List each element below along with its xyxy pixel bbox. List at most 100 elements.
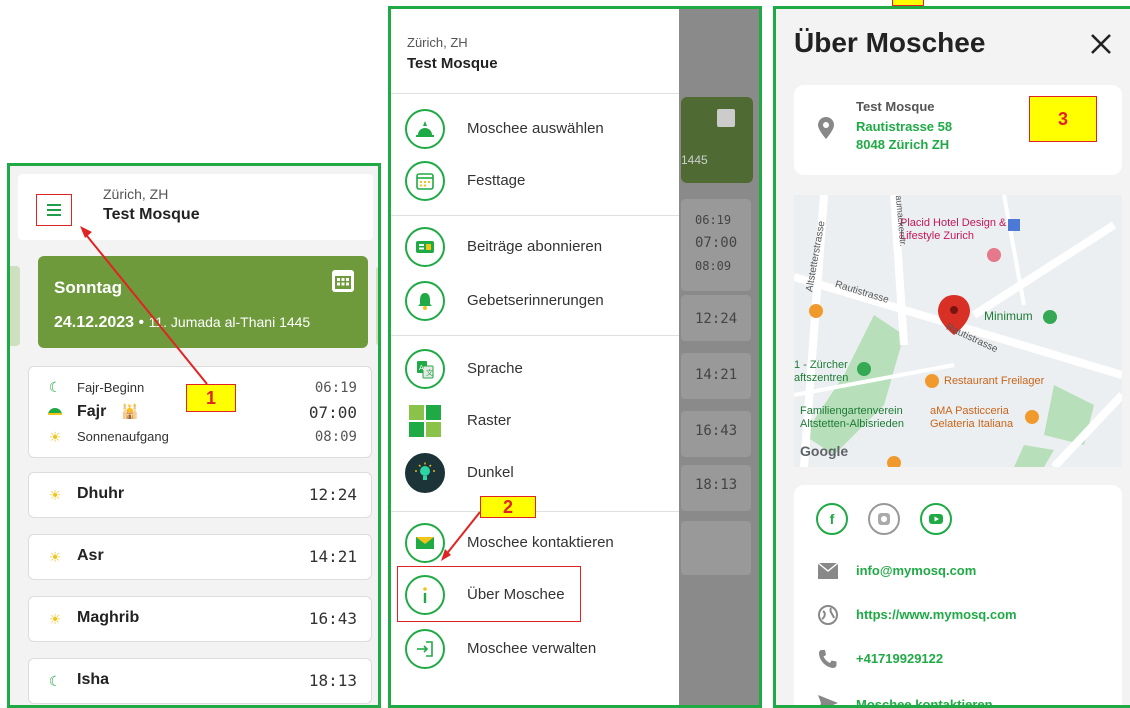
fajr-begin-label: Fajr-Beginn xyxy=(77,380,145,395)
fajr-time: 07:00 xyxy=(308,403,357,422)
login-icon xyxy=(405,629,445,669)
menu-label: Gebetserinnerungen xyxy=(467,292,604,309)
bg-time: 18:13 xyxy=(695,477,738,493)
sun-icon: ☀ xyxy=(48,549,62,565)
prev-day-card[interactable] xyxy=(10,266,20,346)
menu-subscribe[interactable]: Beiträge abonnieren xyxy=(405,227,675,271)
menu-label: Dunkel xyxy=(467,464,514,481)
menu-language[interactable]: A文 Sprache xyxy=(405,349,675,393)
prayer-name: Isha xyxy=(77,671,110,688)
bg-time: 14:21 xyxy=(695,367,738,383)
email-icon xyxy=(817,562,839,584)
divider xyxy=(391,93,679,94)
phone-icon xyxy=(818,649,838,674)
google-logo: Google xyxy=(800,443,849,459)
instagram-icon[interactable] xyxy=(868,503,900,535)
drawer-city: Zürich, ZH xyxy=(407,35,468,50)
bg-calendar-icon xyxy=(717,109,735,127)
mosque-name: Test Mosque xyxy=(103,206,200,223)
map-label-verein: Familiengartenverein Altstetten-Albisrie… xyxy=(800,405,904,430)
sunrise-icon: ☀ xyxy=(48,429,62,445)
callout-1: 1 xyxy=(186,384,236,412)
fajr-begin-time: 06:19 xyxy=(314,380,357,396)
prayer-time: 16:43 xyxy=(308,609,357,628)
map-label-zurcher: 1 - Zürcher aftszentren xyxy=(794,359,849,384)
address-city[interactable]: 8048 Zürich ZH xyxy=(856,137,949,152)
menu-label: Beiträge abonnieren xyxy=(467,238,603,255)
map-label-minimum: Minimum xyxy=(984,309,1033,323)
bg-time: 07:00 xyxy=(695,235,738,251)
bg-day-card: 1445 xyxy=(681,97,753,183)
translate-icon: A文 xyxy=(405,349,445,389)
send-icon xyxy=(818,695,838,705)
address-street[interactable]: Rautistrasse 58 xyxy=(856,119,952,134)
envelope-icon xyxy=(405,523,445,563)
location-city: Zürich, ZH xyxy=(103,186,169,202)
mosque-small-icon: 🕌 xyxy=(121,403,139,419)
menu-manage[interactable]: Moschee verwalten xyxy=(405,629,675,673)
menu-grid[interactable]: Raster xyxy=(405,401,675,445)
newsletter-icon xyxy=(405,227,445,267)
phone-link[interactable]: +41719929122 xyxy=(856,651,943,666)
map-label-freilager: Restaurant Freilager xyxy=(944,375,1045,387)
prayer-time: 18:13 xyxy=(308,671,357,690)
grid-icon xyxy=(405,401,445,441)
website-link[interactable]: https://www.mymosq.com xyxy=(856,607,1017,622)
prayer-times-screen: Zürich, ZH Test Mosque Sonntag 24.12.202… xyxy=(7,163,381,708)
drawer-mosque: Test Mosque xyxy=(407,55,498,72)
svg-text:文: 文 xyxy=(426,368,433,377)
hamburger-menu-icon[interactable] xyxy=(36,194,72,226)
isha-card[interactable]: ☾ Isha 18:13 xyxy=(28,658,372,704)
menu-label: Festtage xyxy=(467,172,526,189)
menu-holidays[interactable]: Festtage xyxy=(405,161,675,205)
email-link[interactable]: info@mymosq.com xyxy=(856,563,976,578)
page-title: Über Moschee xyxy=(794,27,986,58)
asr-card[interactable]: ☀ Asr 14:21 xyxy=(28,534,372,580)
app-header: Zürich, ZH Test Mosque xyxy=(18,174,373,240)
youtube-icon[interactable] xyxy=(920,503,952,535)
date-separator: • xyxy=(138,314,145,331)
callout-3: 3 xyxy=(1029,96,1097,142)
menu-select-mosque[interactable]: Moschee auswählen xyxy=(405,109,675,153)
facebook-icon[interactable]: f xyxy=(816,503,848,535)
highlight-about xyxy=(397,566,581,622)
gregorian-date: 24.12.2023 xyxy=(54,314,135,331)
maghrib-card[interactable]: ☀ Maghrib 16:43 xyxy=(28,596,372,642)
sunset-icon: ☀ xyxy=(48,611,62,627)
fajr-card[interactable]: ☾ Fajr-Beginn 06:19 Fajr 🕌 07:00 ☀ Sonne… xyxy=(28,366,372,458)
menu-dark[interactable]: Dunkel xyxy=(405,453,675,497)
dhuhr-card[interactable]: ☀ Dhuhr 12:24 xyxy=(28,472,372,518)
map-label-pasticceria: aMA Pasticceria Gelateria Italiana xyxy=(930,405,1014,430)
contact-link[interactable]: Moschee kontaktieren xyxy=(856,697,993,705)
calendar-grid-icon[interactable] xyxy=(332,270,354,292)
next-day-card[interactable] xyxy=(376,266,378,346)
day-card[interactable]: Sonntag 24.12.2023 • 11. Jumada al-Thani… xyxy=(38,256,368,348)
prayer-name: Maghrib xyxy=(77,609,140,626)
sunrise-time: 08:09 xyxy=(314,429,357,445)
globe-icon xyxy=(818,605,838,630)
close-icon[interactable] xyxy=(1088,31,1114,57)
bg-card xyxy=(681,521,751,575)
contact-card: f info@mymosq.com https://www.mymosq.com… xyxy=(794,485,1122,705)
bg-time: 16:43 xyxy=(695,423,738,439)
map-view[interactable]: Placid Hotel Design & Lifestyle Zurich M… xyxy=(794,195,1122,467)
menu-label: Sprache xyxy=(467,360,523,377)
address-mosque: Test Mosque xyxy=(856,99,935,114)
menu-reminders[interactable]: Gebetserinnerungen xyxy=(405,281,675,325)
cropped-callout xyxy=(892,0,924,6)
prayer-name: Dhuhr xyxy=(77,485,125,502)
prayer-name: Asr xyxy=(77,547,104,564)
divider xyxy=(391,335,679,336)
divider xyxy=(391,215,679,216)
sunrise-row: ☀ Sonnenaufgang 08:09 xyxy=(29,425,371,449)
day-name: Sonntag xyxy=(54,278,122,297)
calendar-icon xyxy=(405,161,445,201)
svg-text:A: A xyxy=(419,364,424,372)
menu-contact[interactable]: Moschee kontaktieren xyxy=(405,523,675,567)
mosque-icon xyxy=(405,109,445,149)
map-label-hotel: Placid Hotel Design & Lifestyle Zurich xyxy=(900,217,1007,242)
lightbulb-icon xyxy=(405,453,445,493)
bg-time: 08:09 xyxy=(695,259,732,273)
fajr-label: Fajr xyxy=(77,403,107,420)
menu-label: Moschee kontaktieren xyxy=(467,534,614,551)
